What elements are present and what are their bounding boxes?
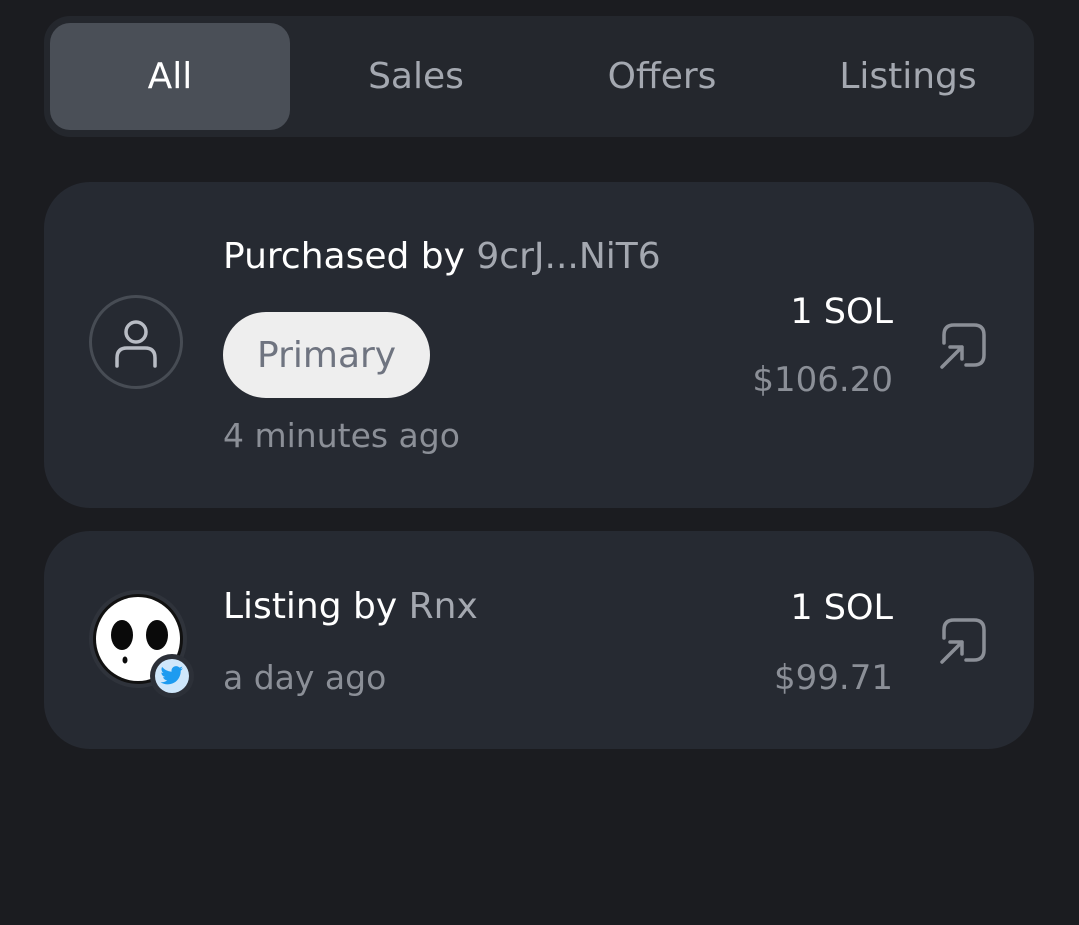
sol-price: 1 SOL [790,588,893,628]
activity-action: Purchased by [223,236,465,277]
usd-price: $106.20 [752,360,893,400]
activity-time: 4 minutes ago [223,416,460,455]
avatar [89,295,183,389]
usd-price: $99.71 [774,658,893,698]
sol-price: 1 SOL [790,292,893,332]
tab-offers[interactable]: Offers [542,23,782,130]
seller-name[interactable]: Rnx [409,586,478,627]
activity-time: a day ago [223,658,387,697]
activity-item-purchase[interactable]: Purchased by 9crJ...NiT6 Primary 4 minut… [44,182,1034,508]
twitter-icon[interactable] [150,654,194,698]
primary-badge: Primary [223,312,431,398]
buyer-address[interactable]: 9crJ...NiT6 [476,236,660,277]
external-link-icon[interactable] [938,321,988,371]
user-icon [115,320,157,368]
tab-listings[interactable]: Listings [788,23,1028,130]
activity-item-listing[interactable]: Listing by Rnx a day ago 1 SOL $99.71 [44,531,1034,749]
activity-title: Purchased by 9crJ...NiT6 [223,236,661,277]
activity-title: Listing by Rnx [223,586,478,627]
tab-all[interactable]: All [50,23,290,130]
activity-action: Listing by [223,586,398,627]
tab-sales[interactable]: Sales [296,23,536,130]
external-link-icon[interactable] [938,616,988,666]
activity-tabs: All Sales Offers Listings [44,16,1034,137]
